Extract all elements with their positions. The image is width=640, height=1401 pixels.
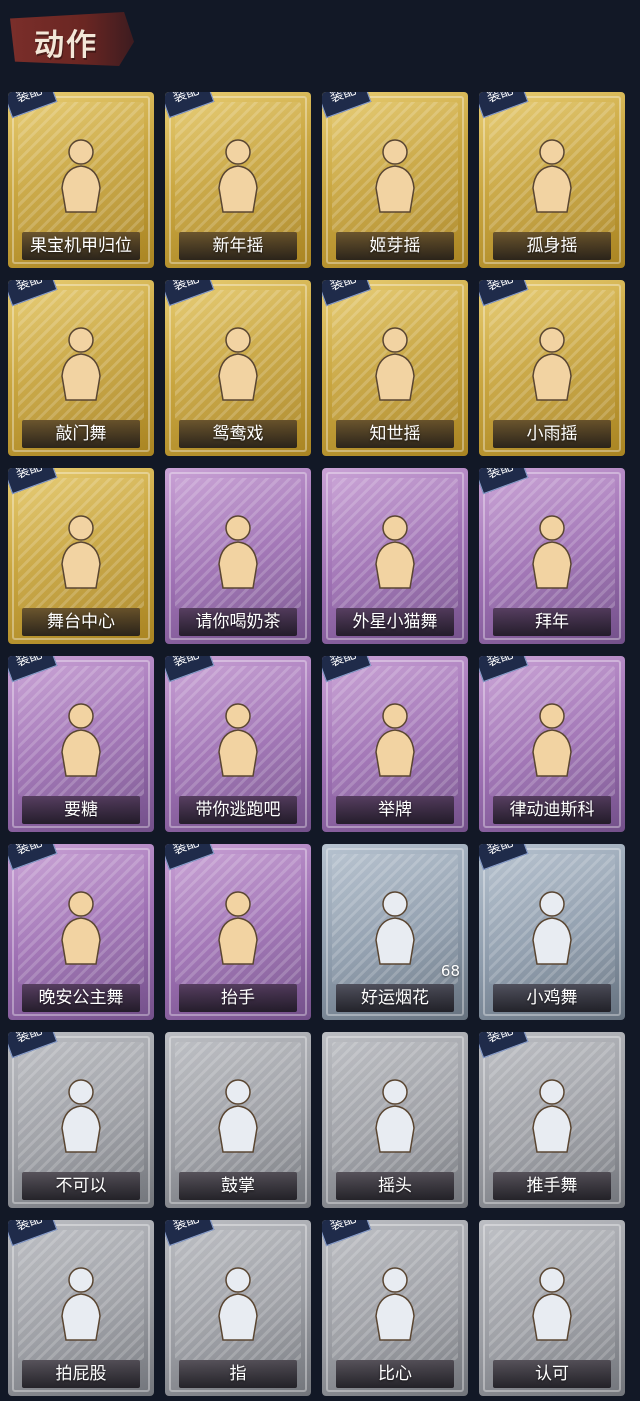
emote-name: 带你逃跑吧 [195, 800, 281, 820]
emote-figure-icon [532, 1267, 572, 1341]
emote-name: 鸳鸯戏 [212, 424, 264, 444]
emote-card[interactable]: 要糖 装配 [8, 656, 154, 832]
emote-figure-icon [532, 139, 572, 213]
emote-name: 孤身摇 [526, 236, 578, 256]
emote-name: 认可 [535, 1364, 569, 1384]
emote-name: 鼓掌 [221, 1176, 255, 1196]
section-title: 动作 [34, 28, 98, 63]
emote-name: 要糖 [64, 800, 98, 820]
emote-figure-icon [532, 703, 572, 777]
emote-name: 果宝机甲归位 [30, 236, 132, 256]
emote-card[interactable]: 小鸡舞 装配 [479, 844, 625, 1020]
emote-figure-icon [375, 515, 415, 589]
emote-card[interactable]: 晚安公主舞 装配 [8, 844, 154, 1020]
emote-name: 新年摇 [212, 236, 264, 256]
item-count: 68 [440, 962, 460, 980]
emote-figure-icon [218, 1079, 258, 1153]
emote-name: 比心 [378, 1364, 412, 1384]
emote-figure-icon [61, 703, 101, 777]
emote-card[interactable]: 摇头 [322, 1032, 468, 1208]
emote-card[interactable]: 抬手 装配 [165, 844, 311, 1020]
emote-figure-icon [61, 139, 101, 213]
emote-name: 拜年 [535, 612, 569, 632]
emote-figure-icon [61, 891, 101, 965]
emote-card[interactable]: 举牌 装配 [322, 656, 468, 832]
emote-figure-icon [375, 1079, 415, 1153]
emote-name: 抬手 [221, 988, 255, 1008]
emote-card[interactable]: 孤身摇 装配 [479, 92, 625, 268]
emote-name: 敲门舞 [55, 424, 107, 444]
emote-card[interactable]: 敲门舞 装配 [8, 280, 154, 456]
emote-name: 好运烟花 [361, 988, 429, 1008]
emote-figure-icon [61, 515, 101, 589]
emote-card[interactable]: 律动迪斯科 装配 [479, 656, 625, 832]
emote-card[interactable]: 外星小猫舞 [322, 468, 468, 644]
emote-figure-icon [375, 703, 415, 777]
emote-name: 举牌 [378, 800, 412, 820]
emote-card[interactable]: 指装配 [165, 1220, 311, 1396]
emote-card[interactable]: 姬芽摇 装配 [322, 92, 468, 268]
emote-figure-icon [375, 891, 415, 965]
emote-name: 请你喝奶茶 [195, 612, 281, 632]
emote-name: 指 [229, 1364, 247, 1384]
emote-figure-icon [532, 515, 572, 589]
emote-figure-icon [61, 327, 101, 401]
emote-name: 舞台中心 [47, 612, 115, 632]
emote-figure-icon [61, 1267, 101, 1341]
emote-name: 律动迪斯科 [509, 800, 595, 820]
emote-figure-icon [218, 891, 258, 965]
emote-figure-icon [375, 1267, 415, 1341]
emote-name: 拍屁股 [55, 1364, 107, 1384]
emote-card[interactable]: 新年摇 装配 [165, 92, 311, 268]
emote-name: 外星小猫舞 [352, 612, 438, 632]
emote-name: 小鸡舞 [526, 988, 578, 1008]
emote-name: 摇头 [378, 1176, 412, 1196]
emote-name: 推手舞 [526, 1176, 578, 1196]
emote-name: 姬芽摇 [369, 236, 421, 256]
emote-figure-icon [218, 1267, 258, 1341]
emote-card[interactable]: 拍屁股 装配 [8, 1220, 154, 1396]
emote-figure-icon [375, 139, 415, 213]
emote-figure-icon [61, 1079, 101, 1153]
emote-figure-icon [532, 327, 572, 401]
emote-card[interactable]: 推手舞 装配 [479, 1032, 625, 1208]
emote-card[interactable]: 知世摇 装配 [322, 280, 468, 456]
emote-grid: 果宝机甲归位 装配 新年摇 装配 姬芽摇 装配 孤身摇 装配 敲门舞 装配 鸳鸯戏 装配 知世摇 装配 小雨… [8, 92, 632, 1396]
emote-name: 晚安公主舞 [38, 988, 124, 1008]
emote-name: 知世摇 [369, 424, 421, 444]
emote-figure-icon [218, 703, 258, 777]
emote-figure-icon [218, 139, 258, 213]
emote-figure-icon [375, 327, 415, 401]
emote-figure-icon [532, 1079, 572, 1153]
emote-card[interactable]: 比心 装配 [322, 1220, 468, 1396]
emote-card[interactable]: 鸳鸯戏 装配 [165, 280, 311, 456]
emote-card[interactable]: 鼓掌 [165, 1032, 311, 1208]
emote-card[interactable]: 舞台中心 装配 [8, 468, 154, 644]
emote-card[interactable]: 小雨摇 装配 [479, 280, 625, 456]
emote-name: 不可以 [55, 1176, 107, 1196]
emote-figure-icon [532, 891, 572, 965]
emote-card[interactable]: 不可以 装配 [8, 1032, 154, 1208]
emote-card[interactable]: 果宝机甲归位 装配 [8, 92, 154, 268]
emote-card[interactable]: 带你逃跑吧 装配 [165, 656, 311, 832]
emote-card[interactable]: 好运烟花 68 [322, 844, 468, 1020]
emote-figure-icon [218, 515, 258, 589]
section-header: 动作 [0, 0, 640, 84]
emote-card[interactable]: 请你喝奶茶 [165, 468, 311, 644]
emote-card[interactable]: 认可 [479, 1220, 625, 1396]
emote-figure-icon [218, 327, 258, 401]
emote-name: 小雨摇 [526, 424, 578, 444]
emote-card[interactable]: 拜年 装配 [479, 468, 625, 644]
